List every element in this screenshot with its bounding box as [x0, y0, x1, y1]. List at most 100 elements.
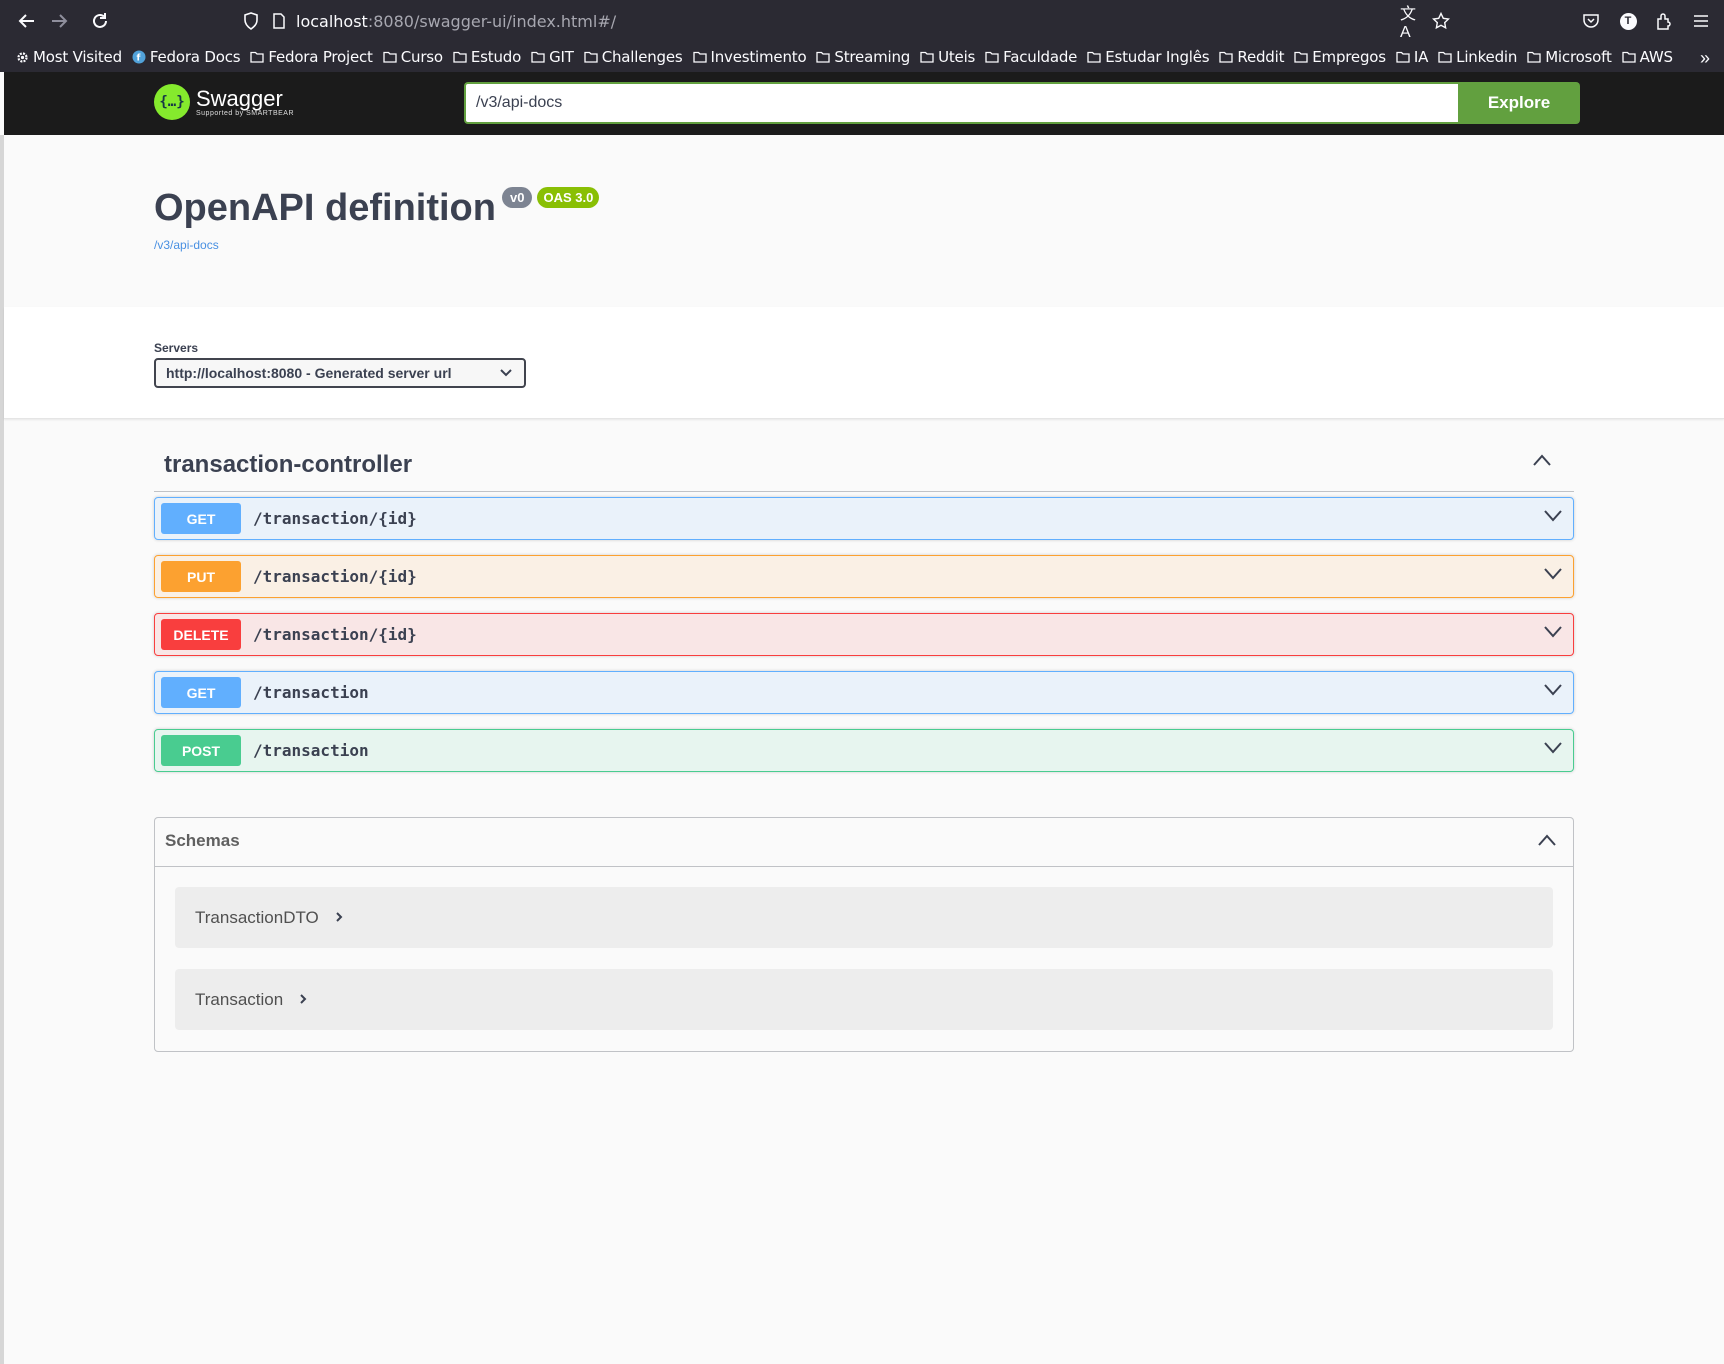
schema-item-transactiondto[interactable]: TransactionDTO [175, 887, 1553, 948]
bookmark-item[interactable]: Challenges [584, 48, 683, 66]
tag-title: transaction-controller [164, 451, 413, 478]
reload-icon[interactable] [87, 8, 113, 34]
swagger-logo-icon: {…} [154, 84, 190, 120]
method-badge: GET [161, 677, 241, 708]
translate-icon[interactable]: 文A [1400, 6, 1426, 41]
chevron-down-icon[interactable] [1543, 683, 1563, 702]
bookmark-label: Faculdade [1003, 48, 1078, 66]
svg-text:f: f [136, 54, 140, 64]
operation-path: /transaction/{id} [253, 509, 417, 528]
bookmark-item[interactable]: Investimento [692, 48, 807, 66]
folder-icon [1622, 51, 1636, 63]
extensions-icon[interactable] [1651, 8, 1677, 34]
schema-item-transaction[interactable]: Transaction [175, 969, 1553, 1030]
chevron-down-icon[interactable] [1543, 567, 1563, 586]
forward-arrow-icon[interactable] [46, 8, 72, 34]
version-badge: v0 [501, 187, 533, 208]
server-select[interactable]: http://localhost:8080 - Generated server… [154, 358, 526, 388]
method-badge: GET [161, 503, 241, 534]
bookmark-item[interactable]: Microsoft [1527, 48, 1612, 66]
bookmarks-bar: Most Visited f Fedora Docs Fedora Project Cu… [0, 42, 1724, 72]
logo-subtitle: Supported by SMARTBEAR [196, 109, 295, 117]
bookmark-label: GIT [549, 48, 574, 66]
opblock-delete-transaction-id[interactable]: DELETE /transaction/{id} [154, 613, 1574, 656]
pocket-icon[interactable] [1578, 8, 1604, 34]
folder-icon [692, 51, 707, 63]
browser-toolbar: localhost:8080/swagger-ui/index.html#/ 文… [0, 0, 1724, 42]
schemas-section: Schemas TransactionDTO Transaction [154, 817, 1574, 1052]
url-path: :8080/swagger-ui/index.html#/ [367, 11, 617, 31]
method-badge: POST [161, 735, 241, 766]
chevron-up-icon[interactable] [1532, 453, 1552, 472]
folder-icon [1396, 51, 1410, 63]
explore-button[interactable]: Explore [1458, 82, 1580, 124]
opblock-get-transaction[interactable]: GET /transaction [154, 671, 1574, 714]
folder-icon [250, 51, 265, 63]
bookmark-label: Fedora Project [268, 48, 373, 66]
bookmark-item[interactable]: AWS [1622, 48, 1673, 66]
menu-icon[interactable] [1688, 8, 1714, 34]
opblock-put-transaction-id[interactable]: PUT /transaction/{id} [154, 555, 1574, 598]
swagger-topbar: {…} Swagger Supported by SMARTBEAR Explo… [4, 72, 1724, 135]
chevron-down-icon[interactable] [1543, 625, 1563, 644]
swagger-logo[interactable]: {…} Swagger Supported by SMARTBEAR [154, 84, 294, 120]
chevron-right-icon [335, 910, 343, 926]
bookmark-item[interactable]: Reddit [1219, 48, 1284, 66]
url-bar[interactable]: localhost:8080/swagger-ui/index.html#/ [296, 8, 616, 34]
bookmark-item[interactable]: Most Visited [16, 48, 122, 66]
folder-icon [816, 51, 831, 63]
tag-header[interactable]: transaction-controller [154, 437, 1574, 492]
bookmark-item[interactable]: f Fedora Docs [132, 48, 241, 66]
star-icon[interactable] [1428, 8, 1454, 34]
bookmark-item[interactable]: Linkedin [1438, 48, 1517, 66]
bookmark-label: Reddit [1237, 48, 1285, 66]
logo-title: Swagger [196, 85, 283, 111]
operation-path: /transaction/{id} [253, 625, 417, 644]
bookmark-item[interactable]: Uteis [920, 48, 975, 66]
info-section: OpenAPI definition v0 OAS 3.0 /v3/api-do… [4, 135, 1724, 307]
bookmark-item[interactable]: Empregos [1294, 48, 1386, 66]
servers-label: Servers [154, 341, 199, 355]
method-badge: PUT [161, 561, 241, 592]
bookmark-item[interactable]: Faculdade [985, 48, 1077, 66]
bookmark-item[interactable]: Curso [383, 48, 443, 66]
bookmark-label: Streaming [834, 48, 911, 66]
account-icon[interactable]: T [1615, 8, 1641, 34]
chevron-down-icon[interactable] [1543, 741, 1563, 760]
bookmark-item[interactable]: GIT [531, 48, 574, 66]
bookmark-label: Investimento [710, 48, 807, 66]
folder-icon [453, 51, 467, 63]
servers-section: Servers http://localhost:8080 - Generate… [4, 307, 1724, 419]
page-icon[interactable] [266, 8, 292, 34]
folder-icon [584, 51, 598, 63]
fedora-icon: f [132, 50, 146, 64]
bookmark-item[interactable]: Estudar Inglês [1087, 48, 1210, 66]
folder-icon [920, 51, 934, 63]
folder-icon [985, 51, 999, 63]
bookmark-item[interactable]: Streaming [816, 48, 910, 66]
bookmark-item[interactable]: Estudo [453, 48, 521, 66]
schemas-title: Schemas [165, 831, 240, 850]
chevron-up-icon[interactable] [1537, 833, 1557, 852]
bookmark-item[interactable]: IA [1396, 48, 1428, 66]
folder-icon [1438, 51, 1452, 63]
bookmark-item[interactable]: Fedora Project [250, 48, 373, 66]
shield-icon[interactable] [238, 8, 264, 34]
bookmarks-overflow-icon[interactable]: » [1700, 48, 1710, 69]
folder-icon [1527, 51, 1541, 63]
schemas-header[interactable]: Schemas [155, 818, 1573, 867]
schema-name: TransactionDTO [195, 907, 319, 927]
bookmark-label: Linkedin [1456, 48, 1518, 66]
schema-name: Transaction [195, 989, 284, 1009]
opblock-get-transaction-id[interactable]: GET /transaction/{id} [154, 497, 1574, 540]
gear-icon [17, 51, 28, 63]
folder-icon [383, 51, 397, 63]
opblock-post-transaction[interactable]: POST /transaction [154, 729, 1574, 772]
page-title: OpenAPI definition [154, 187, 496, 229]
spec-url-input[interactable] [464, 82, 1458, 124]
back-arrow-icon[interactable] [14, 8, 40, 34]
chevron-down-icon[interactable] [1543, 509, 1563, 528]
spec-link[interactable]: /v3/api-docs [154, 238, 219, 252]
bookmark-label: Curso [400, 48, 443, 66]
bookmark-label: Microsoft [1545, 48, 1612, 66]
